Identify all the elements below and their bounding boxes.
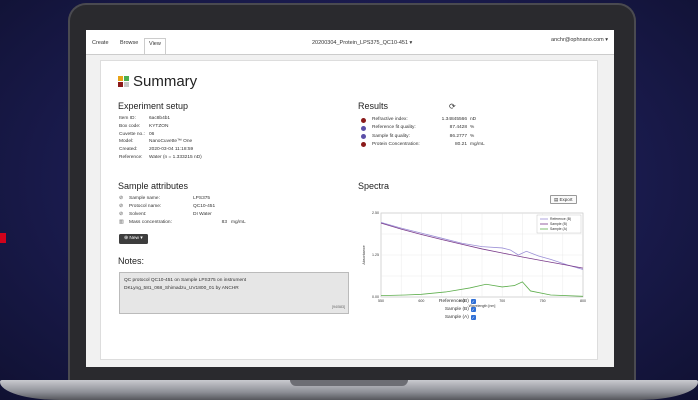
attribute-row: ⊘ Protocol name: QC10-451 xyxy=(119,203,216,210)
status-dot-icon xyxy=(361,133,366,139)
tag-icon: ⊘ xyxy=(119,211,124,218)
notes-line: QC protocol QC10-451 on Sample LPS375 on… xyxy=(124,278,247,283)
status-dot-icon xyxy=(361,142,366,148)
notes-line: DKLyng_581_068_Shimadzu_UV1800_01 by ANC… xyxy=(124,286,239,291)
checkbox-checked-icon[interactable]: ✓ xyxy=(470,298,476,304)
tab-view[interactable]: View xyxy=(144,38,166,54)
result-row: Protein Concentration: 80.21 mg/mL xyxy=(361,141,485,149)
refresh-icon[interactable]: ⟳ xyxy=(449,102,456,111)
chart-legend: Reference (B)Sample (B)Sample (A) xyxy=(536,214,582,234)
top-nav: Create Browse View 20200304_Protein_LPS3… xyxy=(86,30,614,54)
y-tick-label: 0.00 xyxy=(372,295,379,299)
document-title-dropdown[interactable]: 20200304_Protein_LPS375_QC10-451 ▾ xyxy=(312,40,412,46)
series-toggle[interactable]: Sample (B) ✓ xyxy=(439,305,476,313)
sample-attributes-list: ⊘ Sample name: LPS375 ⊘ Protocol name: QC10-… xyxy=(119,195,246,227)
tab-browse[interactable]: Browse xyxy=(120,40,138,46)
x-tick-label: 700 xyxy=(499,299,505,303)
result-row: Reference fit quality: 87.4428% xyxy=(361,124,485,132)
x-tick-label: 750 xyxy=(540,299,546,303)
notes-character-count: [94/583] xyxy=(332,305,345,309)
setup-row: Reference: Water (n = 1.333215 nD) xyxy=(119,154,202,160)
attribute-row: ▥ Mass concentration: 83 mg/mL xyxy=(119,219,246,226)
status-dot-icon xyxy=(361,125,366,131)
series-toggle[interactable]: Sample (A) ✓ xyxy=(439,313,476,321)
legend-label: Reference (B) xyxy=(550,217,571,221)
tab-create[interactable]: Create xyxy=(92,40,109,46)
summary-title: Summary xyxy=(133,73,198,90)
legend-label: Sample (B) xyxy=(550,222,567,226)
edge-marker xyxy=(0,233,6,243)
tag-icon: ⊘ xyxy=(119,203,124,210)
y-tick-label: 1.25 xyxy=(372,253,379,257)
legend-label: Sample (A) xyxy=(550,227,567,231)
y-axis-label: Absorbance xyxy=(362,245,366,264)
series-toggle-list: Reference (B) ✓ Sample (B) ✓ Sample (A) ✓ xyxy=(439,297,476,321)
results-heading: Results xyxy=(358,101,389,111)
attribute-row: ⊘ Solvent: DI Water xyxy=(119,211,212,218)
sample-attributes-heading: Sample attributes xyxy=(118,181,189,191)
attribute-row: ⊘ Sample name: LPS375 xyxy=(119,195,211,202)
user-menu[interactable]: anchr@ophnano.com ▾ xyxy=(551,37,608,43)
spectra-chart: 550 600 650 700 750 8000.001.252.50 Wavelengt… xyxy=(362,211,586,308)
setup-row: Item ID: 6ac8b4b1 xyxy=(119,116,171,121)
status-dot-icon xyxy=(361,117,366,123)
new-attribute-button[interactable]: ⊕ New ▾ xyxy=(119,234,148,244)
setup-row: Model: NanoCuvette™ One xyxy=(119,139,193,145)
checkbox-checked-icon[interactable]: ✓ xyxy=(470,306,476,312)
checkbox-checked-icon[interactable]: ✓ xyxy=(470,314,476,320)
x-tick-label: 550 xyxy=(378,299,384,303)
chart-icon: ▥ xyxy=(119,219,124,226)
setup-row: Box code: KYTZON xyxy=(119,123,169,129)
tag-icon: ⊘ xyxy=(119,195,124,202)
result-row: Sample fit quality: 86.2777% xyxy=(361,132,485,140)
results-list: Refractive index: 1.34845566 nD Reference … xyxy=(361,116,485,149)
app-screen: Create Browse View 20200304_Protein_LPS3… xyxy=(86,30,614,367)
experiment-setup-heading: Experiment setup xyxy=(118,101,189,111)
setup-row: Created: 2020-03-04 11:18:59 xyxy=(119,147,194,153)
setup-row: Cuvette no.: 06 xyxy=(119,131,155,137)
series-toggle[interactable]: Reference (B) ✓ xyxy=(439,297,476,305)
x-tick-label: 600 xyxy=(418,299,424,303)
laptop-notch xyxy=(290,380,408,386)
x-tick-label: 800 xyxy=(580,299,586,303)
result-row: Refractive index: 1.34845566 nD xyxy=(361,116,485,124)
experiment-setup-list: Item ID: 6ac8b4b1 Box code: KYTZON Cuvette… xyxy=(119,115,202,162)
spectra-heading: Spectra xyxy=(358,181,390,191)
y-tick-label: 2.50 xyxy=(372,211,379,215)
summary-card: Summary Experiment setup Item ID: 6ac8b4b… xyxy=(100,60,598,360)
page-title: Summary xyxy=(118,73,197,90)
app-logo-icon xyxy=(118,76,129,87)
notes-textarea[interactable]: QC protocol QC10-451 on Sample LPS375 on… xyxy=(119,272,349,314)
notes-heading: Notes: xyxy=(118,256,145,266)
export-button[interactable]: ▤ Export xyxy=(550,195,577,204)
